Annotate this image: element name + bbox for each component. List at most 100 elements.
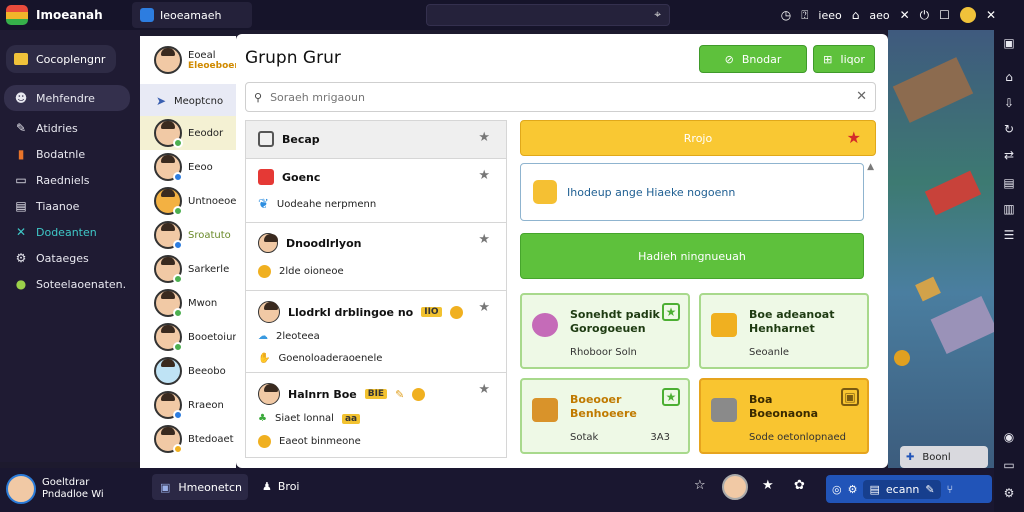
contact-item[interactable]: Btedoaet <box>140 422 236 456</box>
rail-icon-1[interactable]: ▣ <box>1002 36 1016 50</box>
sidebar-item-1[interactable]: ✎ Atidries <box>0 115 140 141</box>
sidebar-item-0[interactable]: ☻ Mehfendre <box>4 85 130 111</box>
coin-icon <box>449 305 463 319</box>
contact-name: Eeoo <box>188 161 213 173</box>
reward-card[interactable]: Boe adeanoat Henharnet Seoanle <box>699 293 869 369</box>
bottom-item[interactable]: ♟ Broi <box>262 480 300 493</box>
sidebar-item-7[interactable]: ● Soteelaoenaten. <box>0 271 140 297</box>
star-icon[interactable]: ★ <box>478 300 490 315</box>
rail-icon-9[interactable]: ◉ <box>1002 430 1016 444</box>
reward-card[interactable]: Boa Boeonaona ▣ Sode oetonlopnaed <box>699 378 869 454</box>
sidebar-item-2[interactable]: ▮ Bodatnle <box>0 141 140 167</box>
friend-avatar[interactable] <box>722 474 748 500</box>
list-item[interactable]: Llodrkl drblingoe no IIO ★ ☁ 2leoteea ✋ … <box>246 291 506 373</box>
user-name: Goeltdrar <box>42 477 90 488</box>
green-action-bar[interactable]: Hadieh ningnueuah <box>520 233 864 279</box>
star-icon[interactable]: ★ <box>762 478 774 493</box>
star-icon[interactable]: ★ <box>478 382 490 397</box>
contact-item[interactable]: Rraeon <box>140 388 236 422</box>
user-avatar[interactable] <box>6 474 36 504</box>
list-item[interactable]: Dnoodlrlyon ★ 2lde oioneoe <box>246 223 506 291</box>
star-icon[interactable]: ★ <box>478 232 490 247</box>
pen-icon: ✎ <box>15 121 27 135</box>
target-icon[interactable]: ◎ <box>832 483 842 496</box>
rail-icon-6[interactable]: ▤ <box>1002 176 1016 190</box>
power-icon[interactable]: ⏻ <box>920 8 930 23</box>
list-item[interactable]: Becap ★ <box>246 121 506 159</box>
bank-icon[interactable]: ⌂ <box>852 8 860 22</box>
scan-icon: ▤ <box>869 482 880 496</box>
sidebar-item-6[interactable]: ⚙ Oataeges <box>0 245 140 271</box>
square-icon[interactable]: ☐ <box>939 8 950 22</box>
settings-icon[interactable]: ⚙ <box>1002 486 1016 500</box>
settings-icon: ⚙ <box>15 251 27 265</box>
game-building <box>930 295 994 355</box>
rail-icon-5[interactable]: ⇄ <box>1002 148 1016 162</box>
avatar <box>258 233 278 253</box>
address-bar[interactable]: ⌖ <box>426 4 670 26</box>
search-bar[interactable]: ⚲ ✕ <box>245 82 876 112</box>
user-info[interactable]: Goeltdrar Pndadloe Wi <box>42 477 104 501</box>
rail-icon-4[interactable]: ↻ <box>1002 122 1016 136</box>
contact-item[interactable]: Untnoeoe <box>140 184 236 218</box>
window-close-icon[interactable]: ✕ <box>986 8 996 22</box>
campaign-button[interactable]: Cocoplengnr <box>6 45 116 73</box>
contact-item[interactable]: Eeodor <box>140 116 236 150</box>
help-icon[interactable]: ⍰ <box>801 8 808 23</box>
clock-icon[interactable]: ◷ <box>781 8 791 22</box>
gift-icon[interactable]: ✿ <box>794 478 805 493</box>
reward-card[interactable]: Boeooer Benhoeere ★ Sotak 3A3 <box>520 378 690 454</box>
contact-item[interactable]: Booetoiur <box>140 320 237 354</box>
gear-icon[interactable]: ⚙ <box>848 483 858 496</box>
rail-icon-10[interactable]: ▭ <box>1002 458 1016 472</box>
contact-item[interactable]: ➤ Meoptcno <box>140 84 236 118</box>
contact-name: Sroatuto <box>188 229 231 241</box>
sidebar-item-3[interactable]: ▭ Raedniels <box>0 167 140 193</box>
clear-icon[interactable]: ✕ <box>856 89 867 104</box>
yellow-banner[interactable]: Rrojo ★ <box>520 120 876 156</box>
item-badge: BIE <box>364 389 388 399</box>
flag-icon <box>258 169 274 185</box>
secondary-button[interactable]: ⊞ Iiqor <box>813 45 875 73</box>
book-icon: ▮ <box>17 147 25 161</box>
contact-item[interactable]: Eeoo <box>140 150 236 184</box>
sidebar-item-5[interactable]: ✕ Dodeanten <box>0 219 140 245</box>
coin-icon[interactable] <box>959 7 976 23</box>
contact-item[interactable]: Eoeal Eleoeboen <box>140 40 241 80</box>
top-right-controls: ◷ ⍰ ieeo ⌂ aeo ✕ ⏻ ☐ ✕ <box>781 0 996 30</box>
browser-tab[interactable]: Ieoeamaeh <box>132 2 252 28</box>
scroll-up-icon[interactable]: ▲ <box>867 162 874 172</box>
contact-name: Eeodor <box>188 127 224 139</box>
star-icon[interactable]: ★ <box>478 168 490 183</box>
sidebar-item-4[interactable]: ▤ Tiaanoe <box>0 193 140 219</box>
star-icon[interactable]: ★ <box>478 130 490 145</box>
rail-icon-3[interactable]: ⇩ <box>1002 96 1016 110</box>
contact-item[interactable]: Beeobo <box>140 354 236 388</box>
contact-item[interactable]: Sroatuto <box>140 218 236 252</box>
list-item[interactable]: Halnrn Boe BIE ✎ ★ ♣ Siaet lonnal aa Eae… <box>246 373 506 459</box>
star-outline-icon[interactable]: ☆ <box>694 478 706 493</box>
group-panel: Grupn Grur ⊘ Bnodar ⊞ Iiqor ⚲ ✕ Becap ★ … <box>236 34 888 468</box>
list-item[interactable]: Goenc ★ ❦ Uodeahe nerpmenn <box>246 159 506 223</box>
report-button[interactable]: ✚ Boonl <box>900 446 988 468</box>
game-view[interactable] <box>888 30 994 468</box>
avatar <box>154 221 183 250</box>
primary-button[interactable]: ⊘ Bnodar <box>699 45 807 73</box>
close-small-icon[interactable]: ✕ <box>900 8 910 22</box>
rail-icon-2[interactable]: ⌂ <box>1002 70 1016 84</box>
scan-pill[interactable]: ▤ ecann ✎ <box>863 479 941 499</box>
top-label-2[interactable]: aeo <box>869 9 889 22</box>
info-card[interactable]: Ihodeup ange Hiaeke nogoenn <box>520 163 864 221</box>
branch-icon[interactable]: ⑂ <box>947 483 954 496</box>
bottom-chip[interactable]: ▣ Hmeonetcn <box>152 474 248 500</box>
sidebar-item-label: Tiaanoe <box>36 199 80 213</box>
search-input[interactable] <box>270 90 831 104</box>
contact-item[interactable]: Mwon <box>140 286 236 320</box>
report-icon: ✚ <box>906 451 915 463</box>
reward-card[interactable]: Sonehdt padik Gorogoeuen ★ Rhoboor Soln <box>520 293 690 369</box>
rail-icon-8[interactable]: ☰ <box>1002 228 1016 242</box>
contact-item[interactable]: Sarkerle <box>140 252 236 286</box>
top-label-1[interactable]: ieeo <box>818 9 841 22</box>
star-icon[interactable]: ★ <box>847 128 861 147</box>
rail-icon-7[interactable]: ▥ <box>1002 202 1016 216</box>
